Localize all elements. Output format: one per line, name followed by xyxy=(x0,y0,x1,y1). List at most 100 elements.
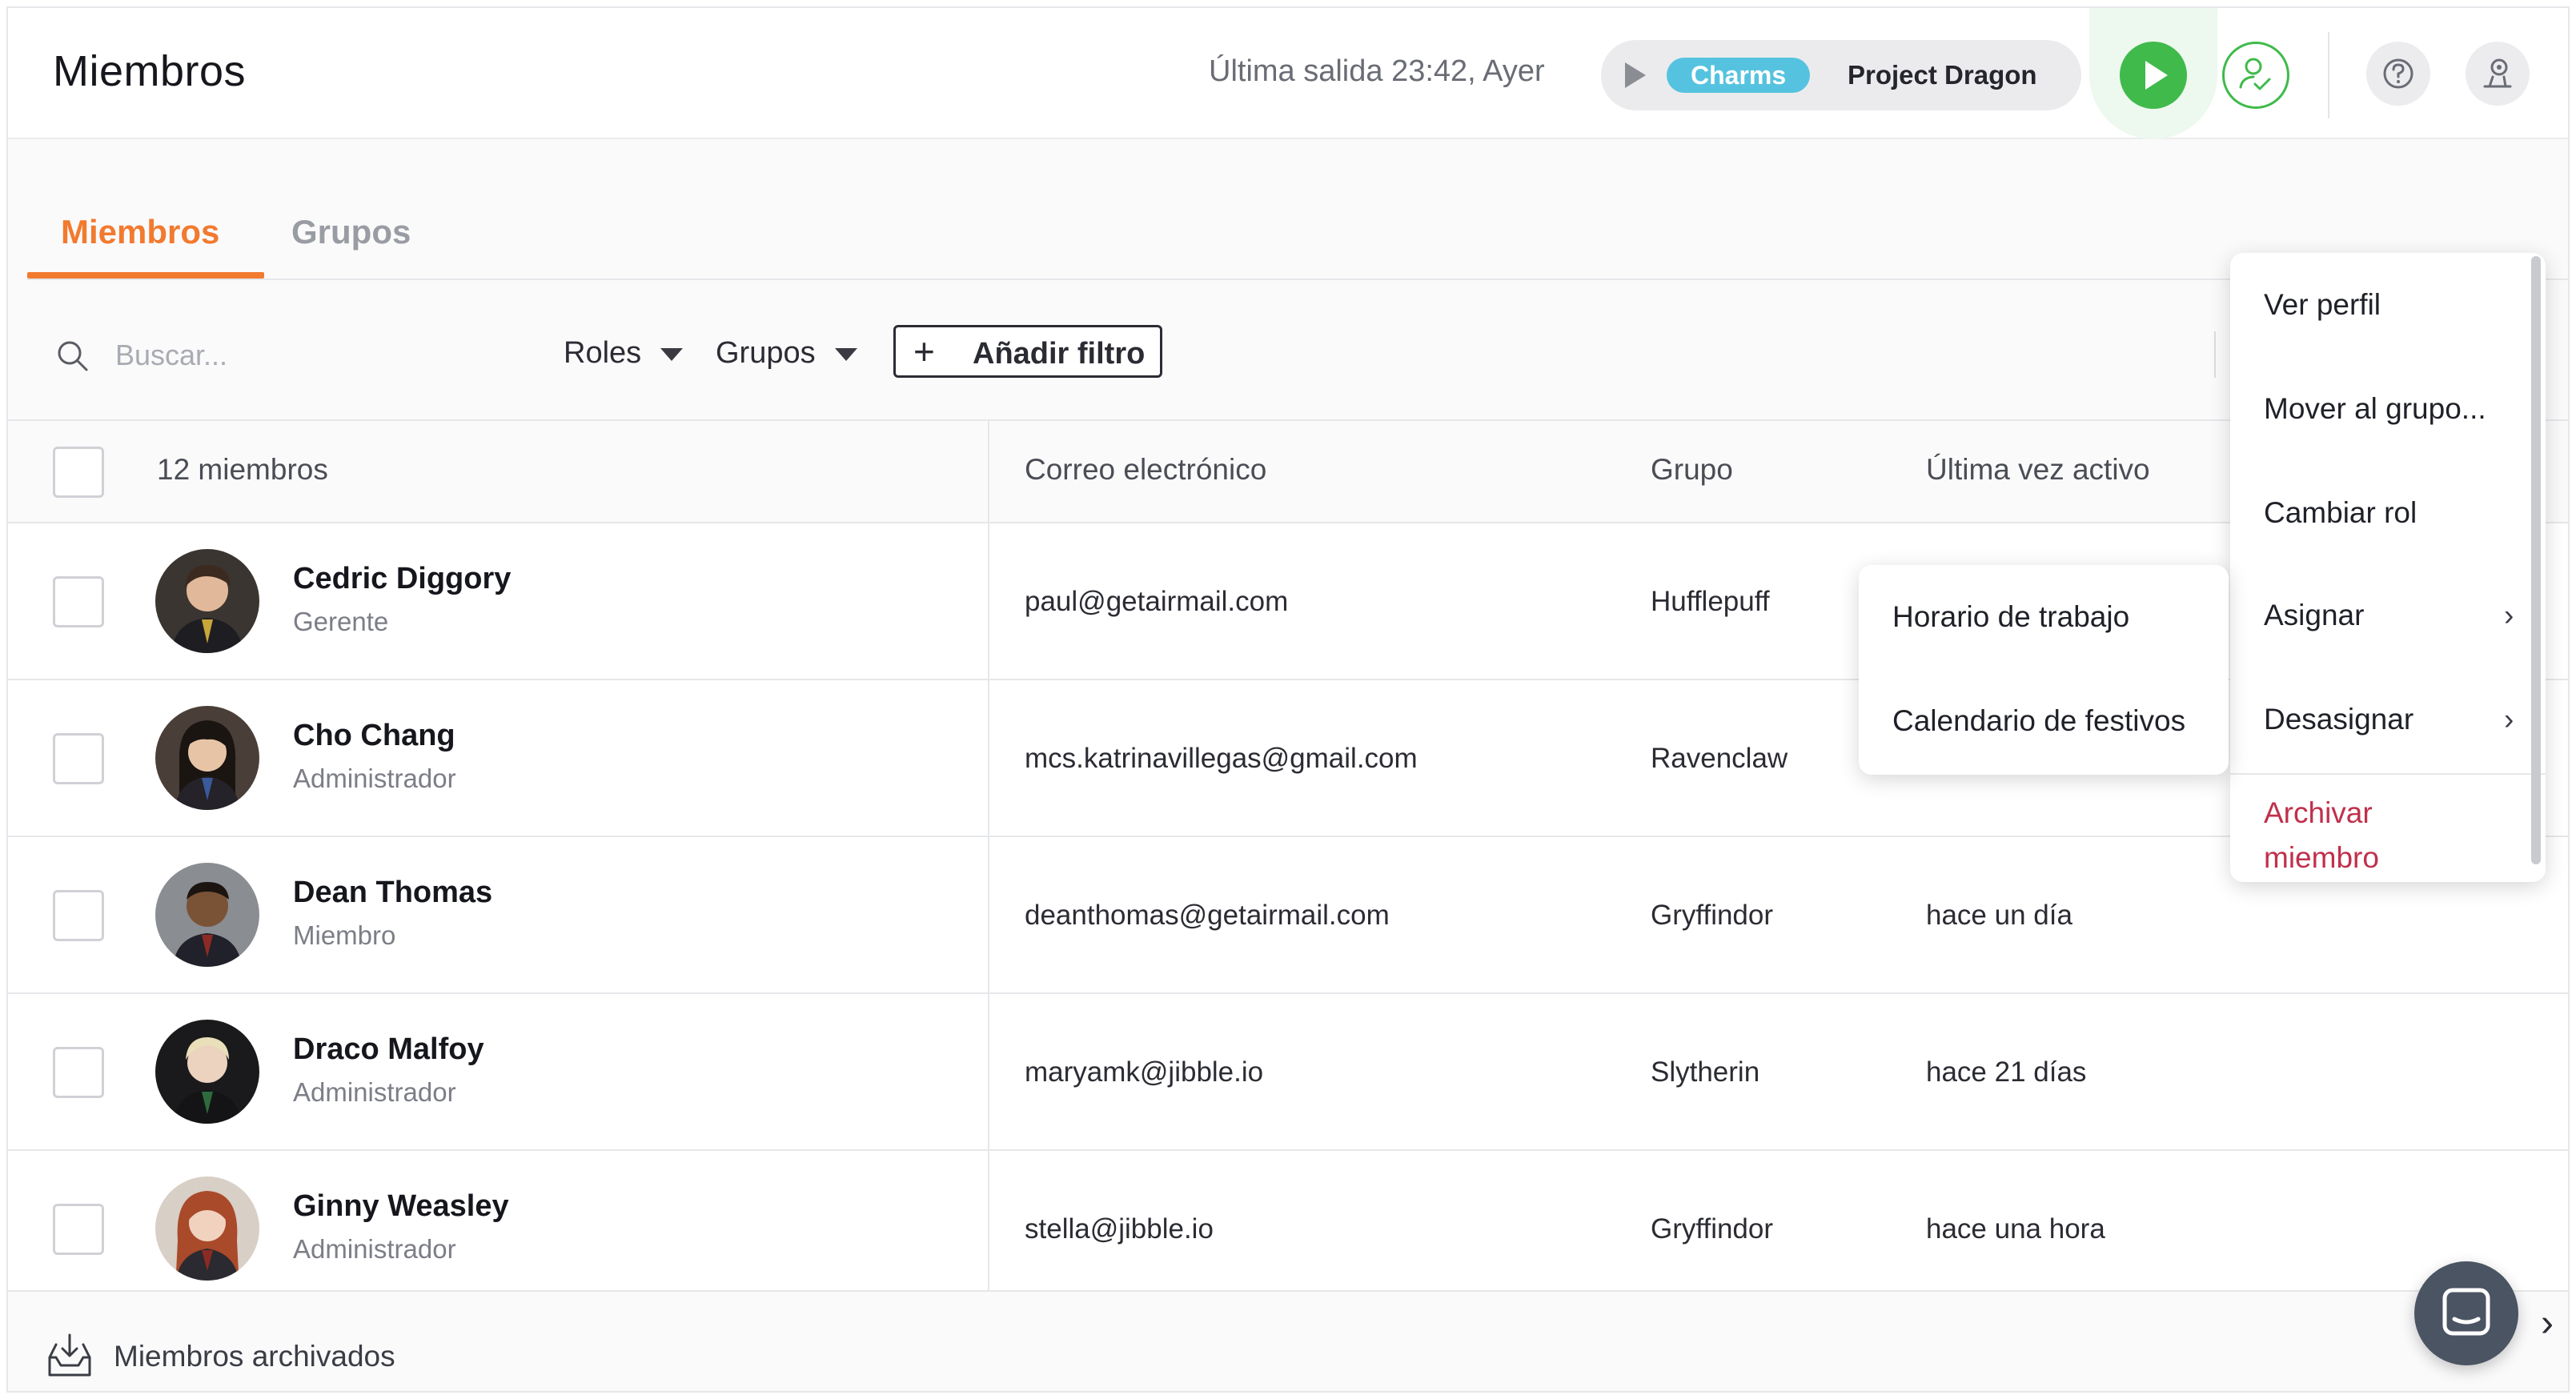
column-divider xyxy=(988,837,989,992)
member-context-menu: Ver perfil Mover al grupo... Cambiar rol… xyxy=(2230,253,2546,882)
menu-scrollbar[interactable] xyxy=(2531,256,2541,864)
member-name[interactable]: Cho Chang xyxy=(293,719,455,753)
menu-item-move-to-group[interactable]: Mover al grupo... xyxy=(2264,392,2486,426)
member-email: deanthomas@getairmail.com xyxy=(1025,900,1390,931)
member-name[interactable]: Ginny Weasley xyxy=(293,1189,509,1224)
member-group: Gryffindor xyxy=(1651,900,1774,931)
table-row[interactable]: Draco Malfoy Administrador maryamk@jibbl… xyxy=(8,994,2568,1151)
table-row[interactable]: Ginny Weasley Administrador stella@jibbl… xyxy=(8,1151,2568,1308)
chat-support-button[interactable] xyxy=(2414,1261,2518,1365)
chevron-right-icon: › xyxy=(2504,703,2514,736)
table-header: 12 miembros Correo electrónico Grupo Últ… xyxy=(8,419,2568,523)
help-icon xyxy=(2383,58,2413,89)
member-name[interactable]: Dean Thomas xyxy=(293,876,492,910)
chat-icon xyxy=(2442,1288,2490,1336)
row-checkbox[interactable] xyxy=(53,733,104,784)
active-tab-indicator xyxy=(27,272,264,279)
column-divider xyxy=(988,1151,989,1306)
settings-button[interactable] xyxy=(2466,42,2530,106)
member-group: Slytherin xyxy=(1651,1056,1760,1088)
column-header-last-active[interactable]: Última vez activo xyxy=(1926,453,2150,487)
select-all-checkbox[interactable] xyxy=(53,447,104,498)
search-icon xyxy=(58,341,88,371)
member-last-active: hace una hora xyxy=(1926,1213,2105,1245)
timer-pill[interactable]: Charms Project Dragon xyxy=(1601,40,2081,110)
caret-down-icon xyxy=(660,347,684,361)
column-divider xyxy=(988,421,989,522)
menu-item-unassign-label: Desasignar xyxy=(2264,703,2414,736)
archived-members-link[interactable]: Miembros archivados xyxy=(114,1340,395,1373)
tab-bar: Miembros Grupos xyxy=(8,141,2568,285)
row-checkbox[interactable] xyxy=(53,576,104,627)
help-button[interactable] xyxy=(2366,42,2430,106)
member-group: Ravenclaw xyxy=(1651,743,1788,774)
column-header-group[interactable]: Grupo xyxy=(1651,453,1733,487)
member-name[interactable]: Cedric Diggory xyxy=(293,562,511,596)
activity-tag: Charms xyxy=(1667,58,1811,93)
member-email: maryamk@jibble.io xyxy=(1025,1056,1264,1088)
menu-item-archive-member[interactable]: Archivar miembro xyxy=(2264,791,2379,880)
member-last-active: hace un día xyxy=(1926,900,2072,931)
add-filter-label: Añadir filtro xyxy=(973,337,1146,371)
member-role: Miembro xyxy=(293,920,396,950)
table-row[interactable]: Dean Thomas Miembro deanthomas@getairmai… xyxy=(8,837,2568,994)
roles-dropdown[interactable]: Roles xyxy=(564,336,684,371)
member-group: Gryffindor xyxy=(1651,1213,1774,1245)
chevron-right-icon: › xyxy=(2504,599,2514,631)
toolbar-divider xyxy=(2328,32,2329,118)
play-icon xyxy=(1625,62,1646,88)
menu-divider xyxy=(2230,773,2546,775)
roles-dropdown-label: Roles xyxy=(564,336,642,370)
chevron-right-icon[interactable]: › xyxy=(2541,1301,2554,1345)
tab-groups[interactable]: Grupos xyxy=(291,213,411,251)
member-role: Administrador xyxy=(293,1234,456,1264)
add-filter-button[interactable]: + Añadir filtro xyxy=(893,325,1162,378)
last-clock-out-text: Última salida 23:42, Ayer xyxy=(1209,54,1545,88)
tabs-divider xyxy=(27,279,2568,280)
groups-dropdown-label: Grupos xyxy=(716,336,816,370)
submenu-item-work-schedule[interactable]: Horario de trabajo xyxy=(1892,600,2129,634)
archive-member-label-line2: miembro xyxy=(2264,841,2379,874)
member-role: Administrador xyxy=(293,1077,456,1107)
row-checkbox[interactable] xyxy=(53,1204,104,1255)
menu-item-assign[interactable]: Asignar › xyxy=(2264,599,2514,632)
avatar xyxy=(155,549,259,653)
top-bar: Miembros Última salida 23:42, Ayer Charm… xyxy=(8,8,2568,139)
archive-member-label-line1: Archivar xyxy=(2264,796,2373,829)
member-role: Gerente xyxy=(293,607,389,636)
app-window: Miembros Última salida 23:42, Ayer Charm… xyxy=(6,6,2570,1393)
column-divider xyxy=(988,523,989,679)
page-title: Miembros xyxy=(53,47,247,95)
user-check-icon xyxy=(2239,58,2271,90)
member-email: stella@jibble.io xyxy=(1025,1213,1214,1245)
member-email: paul@getairmail.com xyxy=(1025,586,1289,617)
column-divider xyxy=(988,994,989,1149)
submenu-item-holiday-calendar[interactable]: Calendario de festivos xyxy=(1892,704,2185,738)
menu-item-view-profile[interactable]: Ver perfil xyxy=(2264,288,2381,322)
member-role: Administrador xyxy=(293,764,456,793)
start-timer-button[interactable] xyxy=(2120,42,2187,109)
menu-item-unassign[interactable]: Desasignar › xyxy=(2264,703,2514,736)
clock-in-user-button[interactable] xyxy=(2222,42,2289,109)
filter-divider xyxy=(2214,331,2216,378)
project-label: Project Dragon xyxy=(1848,60,2037,90)
column-header-email[interactable]: Correo electrónico xyxy=(1025,453,1266,487)
inbox-download-icon xyxy=(48,1333,91,1377)
member-last-active: hace 21 días xyxy=(1926,1056,2087,1088)
caret-down-icon xyxy=(834,347,857,361)
avatar xyxy=(155,863,259,967)
member-name[interactable]: Draco Malfoy xyxy=(293,1032,484,1067)
archived-members-bar[interactable]: Miembros archivados xyxy=(8,1290,2568,1391)
menu-item-change-role[interactable]: Cambiar rol xyxy=(2264,496,2417,530)
search-input[interactable] xyxy=(115,331,516,379)
webcam-icon xyxy=(2483,58,2512,88)
tab-members[interactable]: Miembros xyxy=(61,213,219,251)
plus-icon: + xyxy=(913,331,935,372)
avatar xyxy=(155,706,259,810)
row-checkbox[interactable] xyxy=(53,1047,104,1098)
row-checkbox[interactable] xyxy=(53,890,104,941)
members-table: 12 miembros Correo electrónico Grupo Últ… xyxy=(8,419,2568,1308)
menu-item-assign-label: Asignar xyxy=(2264,599,2365,631)
groups-dropdown[interactable]: Grupos xyxy=(716,336,857,371)
assign-submenu: Horario de trabajo Calendario de festivo… xyxy=(1859,565,2229,775)
